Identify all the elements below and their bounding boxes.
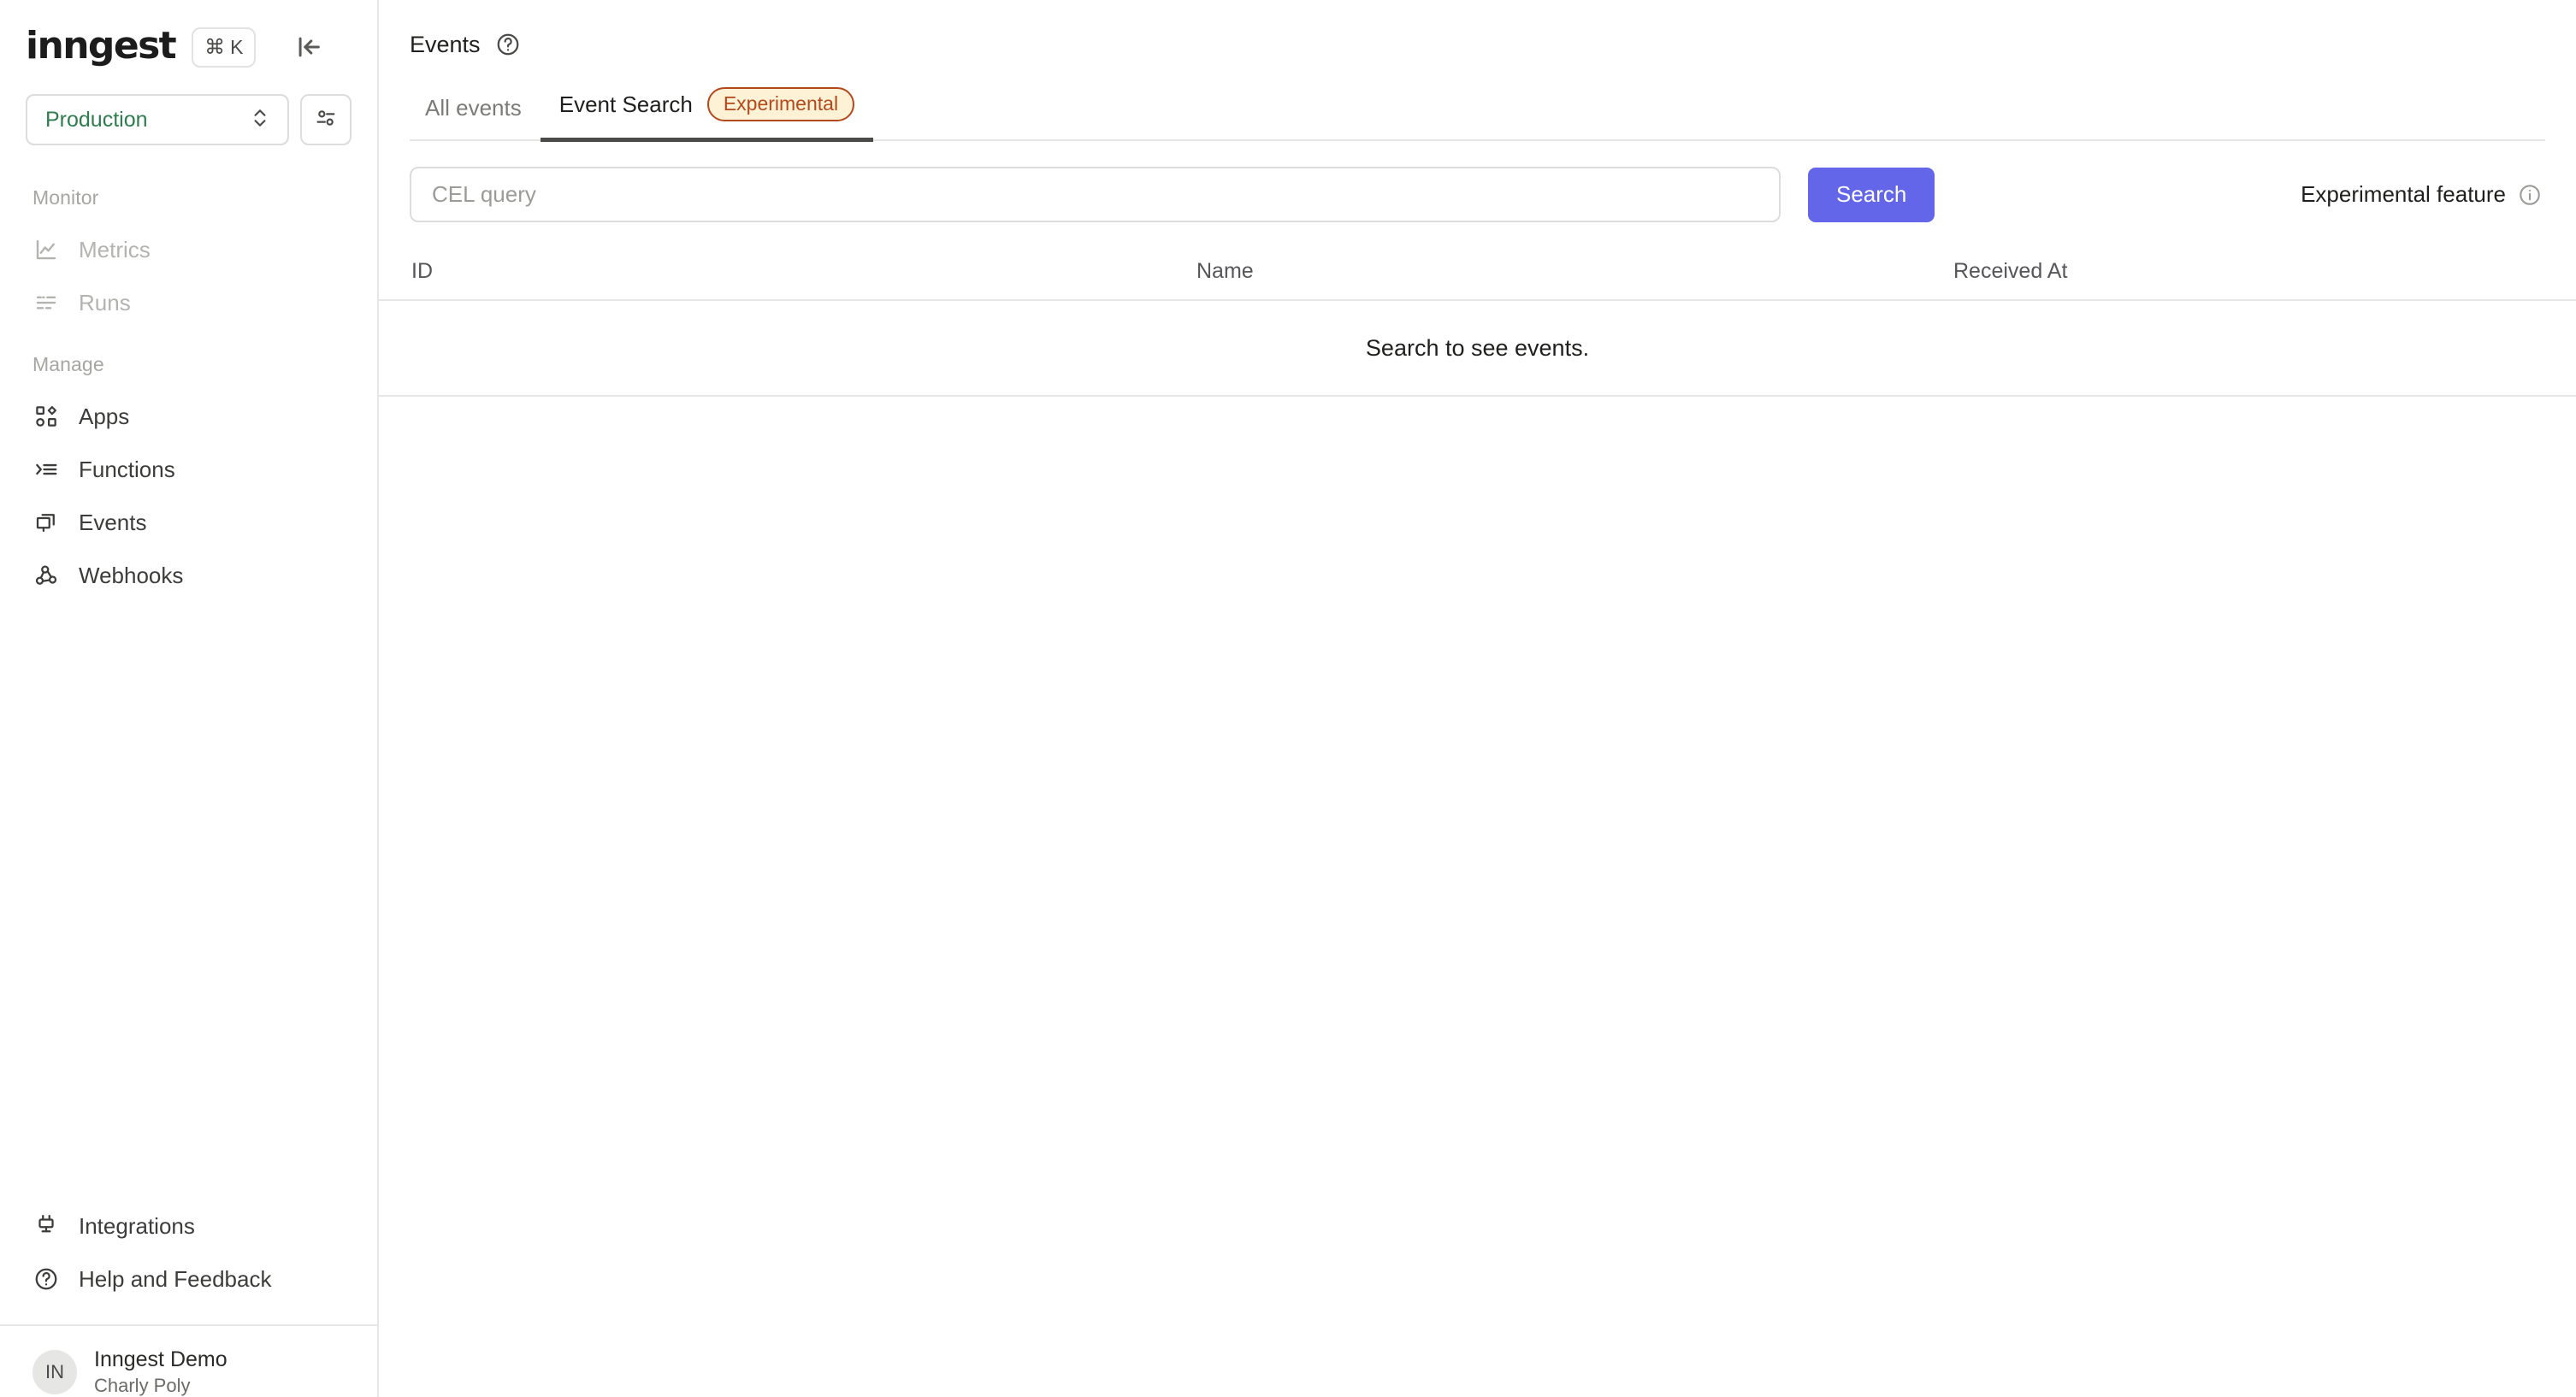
functions-list-icon — [32, 456, 60, 483]
webhook-icon — [32, 562, 60, 589]
search-input[interactable] — [410, 167, 1781, 223]
sidebar-item-label: Help and Feedback — [79, 1265, 272, 1292]
main-header: Events All events Event Search Experimen… — [379, 0, 2576, 143]
command-palette-shortcut[interactable]: ⌘ K — [192, 27, 257, 68]
environment-settings-button[interactable] — [300, 94, 352, 145]
collapse-panel-icon[interactable] — [290, 28, 328, 66]
table-empty-state: Search to see events. — [379, 301, 2576, 398]
app-root: inngest ⌘ K Production Monitor Metrics R… — [0, 0, 2576, 1397]
column-header-name: Name — [1196, 258, 1254, 283]
tab-label: All events — [425, 95, 522, 121]
page-title-row: Events — [410, 22, 2545, 67]
environment-row: Production — [26, 94, 352, 145]
avatar: IN — [32, 1349, 77, 1394]
sidebar-item-functions[interactable]: Functions — [26, 443, 352, 496]
sidebar-top: inngest ⌘ K Production — [0, 0, 377, 145]
experimental-feature-label: Experimental feature — [2301, 181, 2506, 208]
sidebar-item-label: Integrations — [79, 1212, 195, 1239]
sidebar-nav: Monitor Metrics Runs Manage Apps Functio… — [0, 174, 377, 602]
environment-selector-label: Production — [45, 107, 148, 132]
table-header-row: ID Name Received At — [379, 243, 2576, 302]
question-circle-icon[interactable] — [495, 32, 521, 57]
sidebar-user-row[interactable]: IN Inngest Demo Charly Poly — [26, 1326, 352, 1397]
column-header-id: ID — [411, 258, 433, 283]
user-org: Charly Poly — [94, 1374, 191, 1396]
user-identity: Inngest Demo Charly Poly — [94, 1347, 227, 1397]
events-results-table: ID Name Received At Search to see events… — [379, 243, 2576, 398]
main-empty-area — [379, 397, 2576, 1397]
sidebar-footer: Integrations Help and Feedback IN Innges… — [0, 1200, 379, 1397]
inngest-logo[interactable]: inngest — [26, 27, 177, 68]
tab-all-events[interactable]: All events — [406, 95, 541, 142]
sliders-icon — [314, 106, 338, 134]
experimental-feature-notice: Experimental feature — [2301, 181, 2545, 208]
main-content: Events All events Event Search Experimen… — [379, 0, 2576, 1397]
events-windows-icon — [32, 509, 60, 536]
list-runs-icon — [32, 289, 60, 316]
sidebar-item-help-and-feedback[interactable]: Help and Feedback — [26, 1253, 352, 1306]
sidebar-item-label: Functions — [79, 456, 175, 482]
sidebar-item-apps[interactable]: Apps — [26, 390, 352, 443]
sidebar-item-webhooks[interactable]: Webhooks — [26, 549, 352, 602]
tab-event-search[interactable]: Event Search Experimental — [540, 87, 874, 143]
tab-label: Event Search — [558, 91, 693, 117]
chevron-up-down-icon — [249, 107, 271, 133]
sidebar-item-integrations[interactable]: Integrations — [26, 1200, 352, 1253]
nav-section-label-monitor: Monitor — [32, 186, 99, 209]
sidebar-item-metrics[interactable]: Metrics — [26, 223, 352, 276]
apps-shapes-icon — [32, 403, 60, 430]
search-button[interactable]: Search — [1808, 167, 1935, 222]
sidebar-item-runs[interactable]: Runs — [26, 276, 352, 329]
sidebar-item-label: Events — [79, 509, 147, 535]
sidebar-item-label: Apps — [79, 403, 130, 429]
plug-icon — [32, 1212, 60, 1240]
sidebar-item-label: Runs — [79, 289, 131, 315]
command-key-glyph: ⌘ — [204, 35, 226, 59]
page-title: Events — [410, 31, 481, 57]
sidebar-brand-row: inngest ⌘ K — [26, 22, 352, 72]
info-circle-icon[interactable] — [2518, 183, 2542, 207]
sidebar-item-label: Webhooks — [79, 562, 184, 588]
environment-selector[interactable]: Production — [26, 94, 289, 145]
user-name: Inngest Demo — [94, 1347, 227, 1372]
tabs-bar: All events Event Search Experimental — [410, 87, 2545, 143]
nav-section-label-manage: Manage — [32, 353, 104, 375]
sidebar: inngest ⌘ K Production Monitor Metrics R… — [0, 0, 379, 1397]
command-key-letter: K — [230, 35, 244, 58]
column-header-received-at: Received At — [1953, 258, 2068, 283]
sidebar-item-label: Metrics — [79, 236, 151, 262]
search-row: Search Experimental feature — [379, 141, 2576, 223]
status-badge-experimental: Experimental — [706, 87, 855, 122]
question-circle-icon — [32, 1265, 60, 1293]
chart-line-icon — [32, 236, 60, 263]
sidebar-item-events[interactable]: Events — [26, 496, 352, 549]
